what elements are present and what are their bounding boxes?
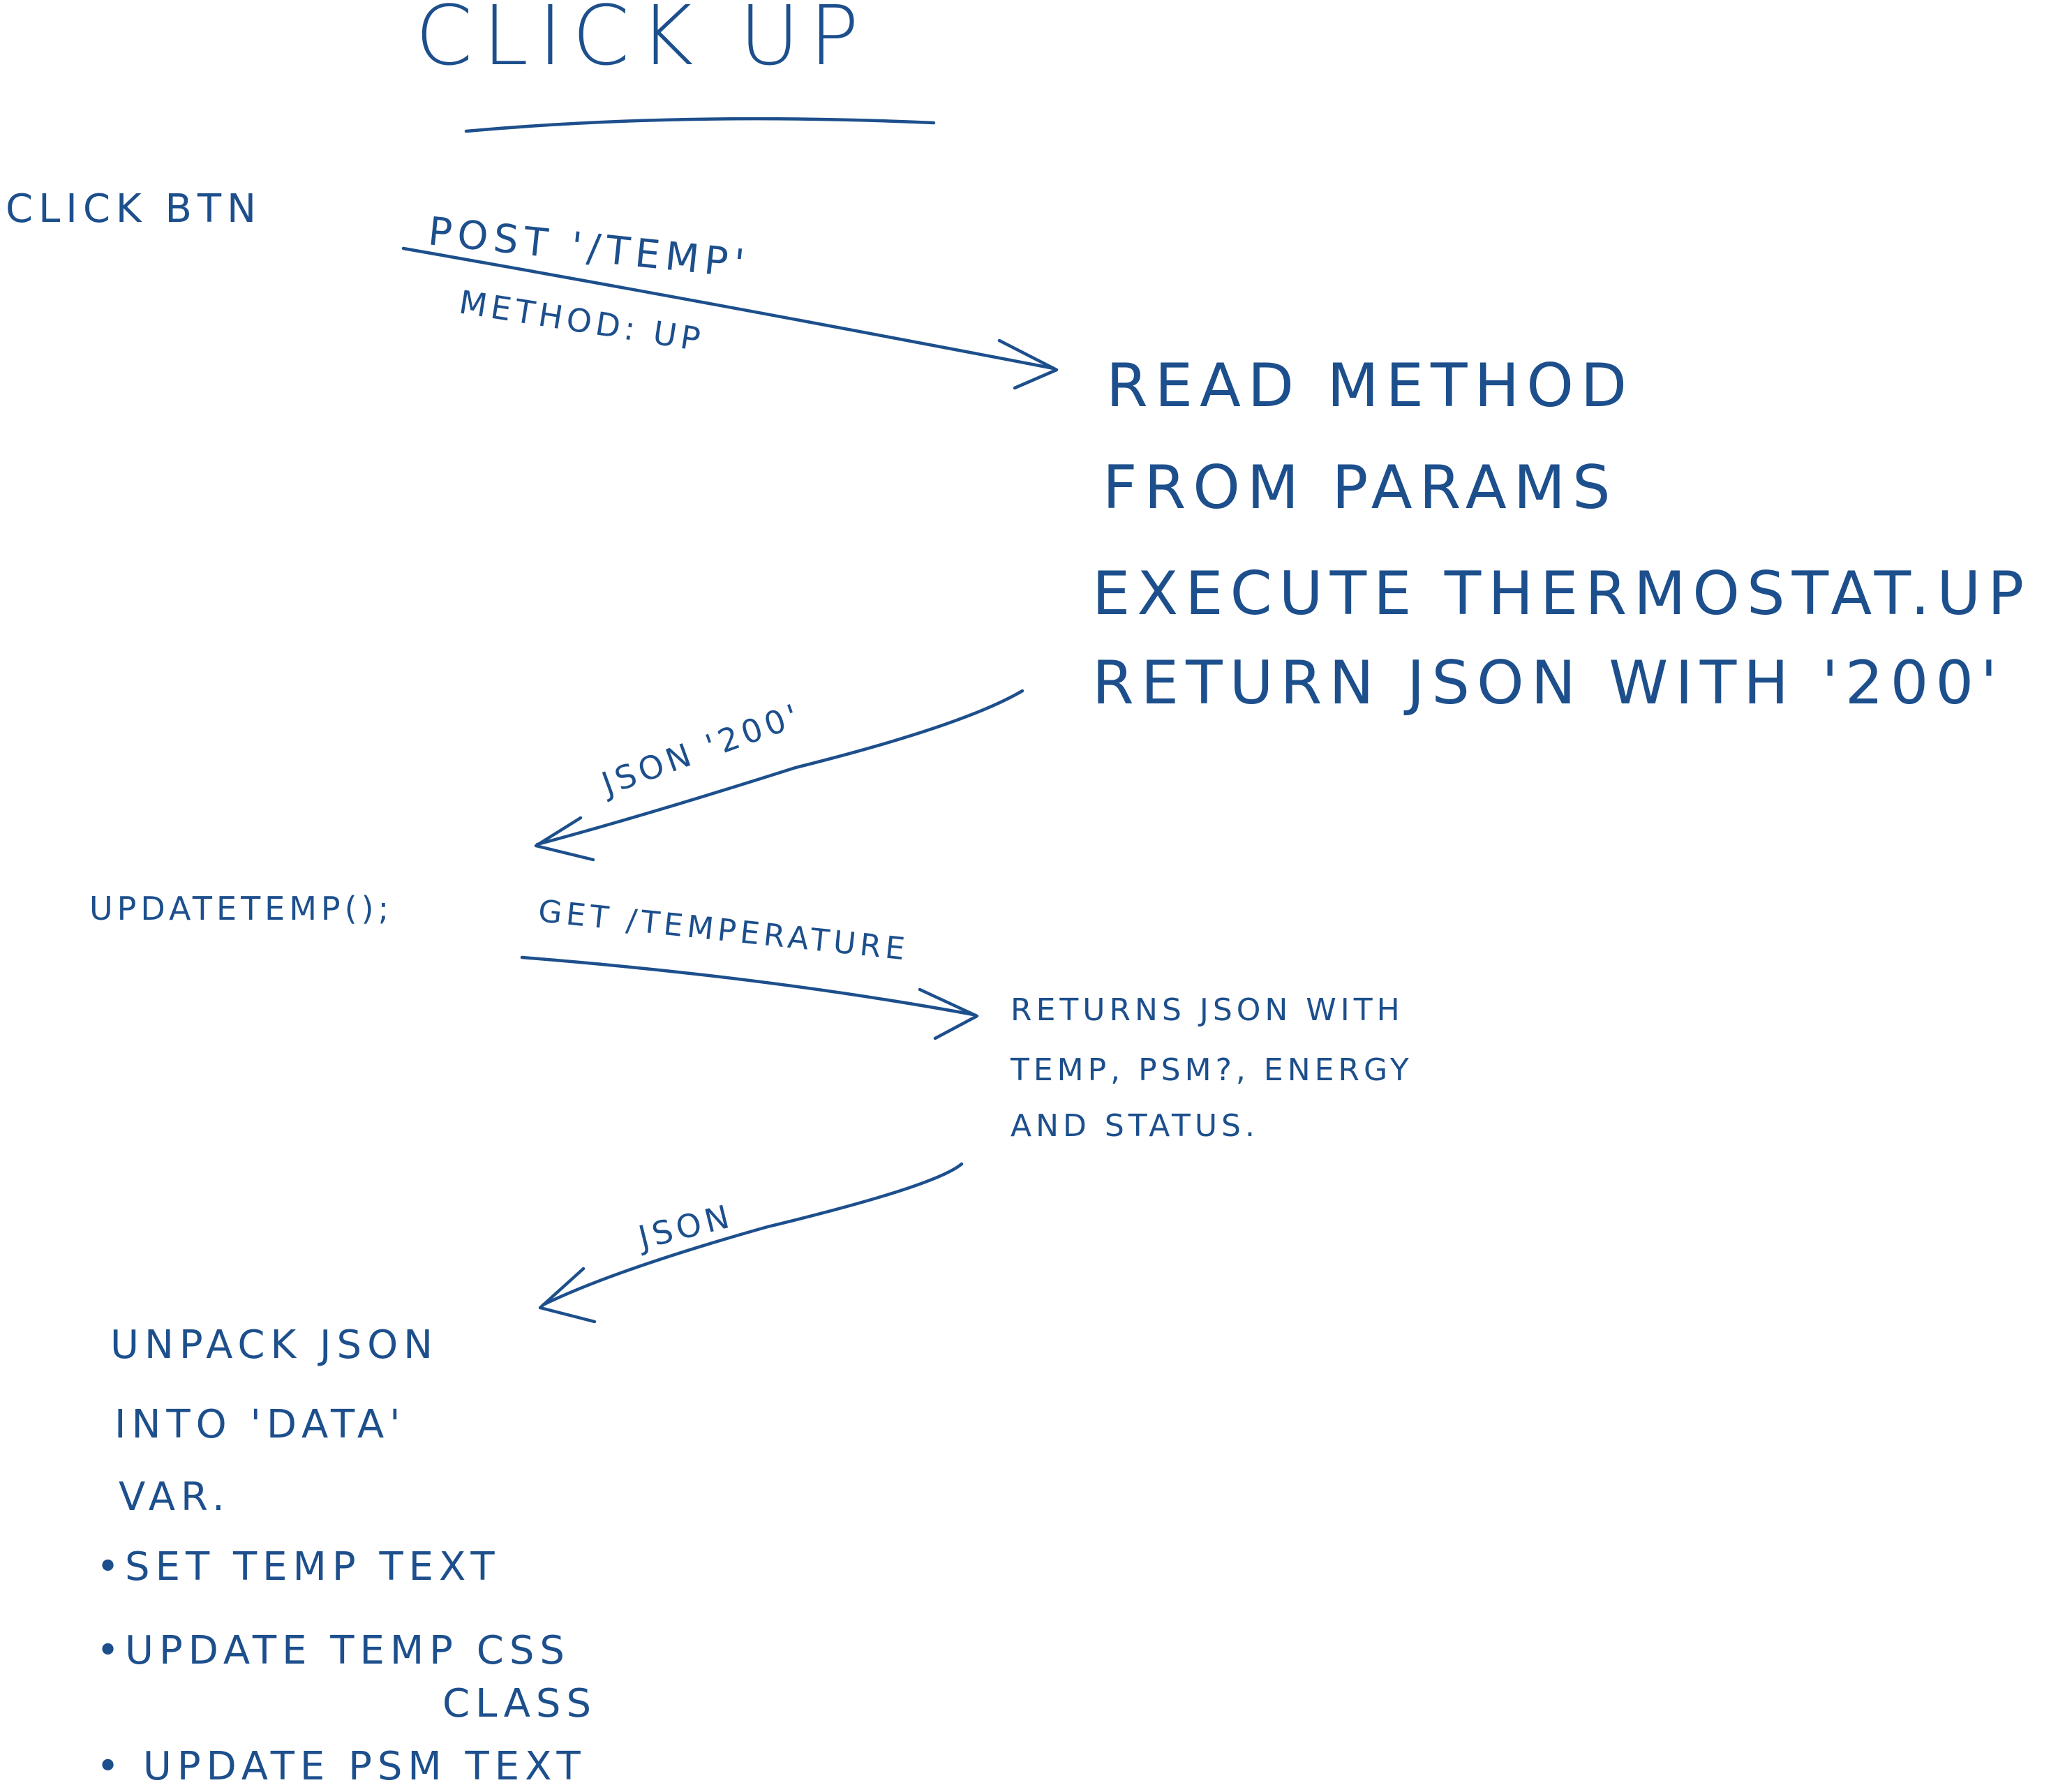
temperature-handler-step: AND STATUS. (1011, 1108, 1259, 1144)
json-200-arrowhead (534, 816, 595, 862)
up-handler-steps: READ METHOD FROM PARAMS EXECUTE THERMOST… (1092, 351, 2031, 718)
post-method-label: METHOD: UP (456, 283, 707, 359)
get-request-label: GET /TEMPERATURE (537, 893, 911, 967)
diagram-title: CLICK UP (415, 0, 869, 84)
click-btn-label: CLICK BTN (6, 186, 262, 232)
unpack-step: • UPDATE PSM TEXT (96, 1744, 586, 1789)
temperature-handler-step: RETURNS JSON WITH (1011, 992, 1404, 1028)
unpack-step: INTO 'DATA' (114, 1402, 406, 1447)
unpack-step: UNPACK JSON (110, 1322, 438, 1368)
unpack-step: CLASS (442, 1681, 597, 1726)
json-response-label: JSON (633, 1197, 737, 1257)
temperature-handler-step: TEMP, PSM?, ENERGY (1010, 1052, 1413, 1088)
post-request-label: POST '/TEMP' (426, 209, 752, 288)
unpack-step: VAR. (119, 1474, 230, 1520)
whiteboard-sketch: CLICK UP CLICK BTN POST '/TEMP' METHOD: … (6, 0, 2031, 1789)
up-handler-step: FROM PARAMS (1103, 453, 1618, 523)
temperature-handler-steps: RETURNS JSON WITH TEMP, PSM?, ENERGY AND… (1010, 992, 1413, 1144)
unpack-step: •UPDATE TEMP CSS (96, 1628, 570, 1673)
up-handler-step: READ METHOD (1106, 351, 1634, 421)
unpack-steps: UNPACK JSON INTO 'DATA' VAR. •SET TEMP T… (96, 1322, 597, 1789)
up-handler-step: RETURN JSON WITH '200' (1092, 648, 2004, 718)
title-underline (464, 117, 936, 133)
up-handler-step: EXECUTE THERMOSTAT.UP (1092, 559, 2031, 629)
json-200-label: JSON '200' (595, 696, 807, 804)
unpack-step: •SET TEMP TEXT (96, 1544, 500, 1590)
json-response-arrow (541, 1162, 964, 1307)
update-temp-call: UPDATETEMP(); (89, 890, 393, 927)
